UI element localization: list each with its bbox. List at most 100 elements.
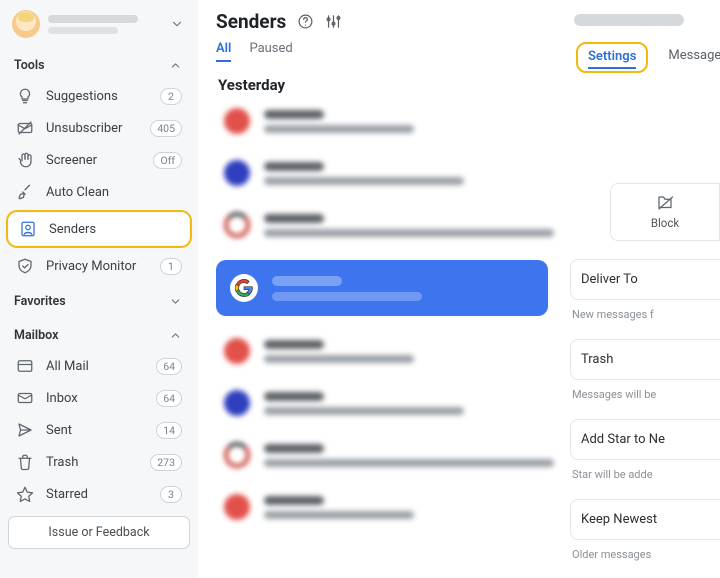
feedback-button[interactable]: Issue or Feedback bbox=[8, 516, 190, 549]
sidebar-item-suggestions[interactable]: Suggestions 2 bbox=[6, 80, 192, 112]
section-header-favorites[interactable]: Favorites bbox=[6, 282, 192, 316]
google-icon bbox=[230, 274, 258, 302]
avatar bbox=[12, 10, 40, 38]
nav-label: Unsubscriber bbox=[46, 121, 122, 136]
section-header-mailbox[interactable]: Mailbox bbox=[6, 316, 192, 350]
block-icon bbox=[656, 194, 674, 212]
sidebar-item-inbox[interactable]: Inbox 64 bbox=[6, 382, 192, 414]
nav-badge: 1 bbox=[160, 258, 182, 275]
sender-row[interactable] bbox=[216, 386, 548, 420]
tab-settings[interactable]: Settings bbox=[588, 49, 636, 69]
sender-row[interactable] bbox=[216, 104, 548, 138]
settings-sliders-icon[interactable] bbox=[324, 13, 342, 31]
nav-label: Suggestions bbox=[46, 89, 118, 104]
main-panel: Senders All Paused Yesterday bbox=[198, 0, 562, 578]
nav-label: Sent bbox=[46, 423, 72, 438]
tab-messages[interactable]: Messages bbox=[668, 42, 720, 63]
shield-icon bbox=[16, 257, 34, 275]
sidebar-item-allmail[interactable]: All Mail 64 bbox=[6, 350, 192, 382]
nav-badge: Off bbox=[153, 152, 182, 169]
setting-note: Messages will be bbox=[572, 388, 720, 401]
setting-note: Older messages bbox=[572, 548, 720, 561]
sidebar-item-autoclean[interactable]: Auto Clean bbox=[6, 176, 192, 208]
nav-badge: 3 bbox=[160, 486, 182, 503]
sender-avatar bbox=[224, 108, 250, 134]
profile-info bbox=[48, 15, 160, 34]
nav-badge: 64 bbox=[156, 358, 182, 375]
nav-label: Senders bbox=[49, 222, 96, 237]
sidebar-item-senders-highlight: Senders bbox=[6, 210, 192, 248]
nav-label: Screener bbox=[46, 153, 97, 168]
chevron-down-icon[interactable] bbox=[166, 292, 184, 310]
contact-icon bbox=[19, 220, 37, 238]
inbox-all-icon bbox=[16, 357, 34, 375]
broom-icon bbox=[16, 183, 34, 201]
tab-settings-highlight: Settings bbox=[576, 42, 648, 73]
right-panel: Settings Messages Block Deliver To New me… bbox=[562, 0, 720, 578]
nav-badge: 64 bbox=[156, 390, 182, 407]
block-label: Block bbox=[651, 216, 679, 230]
setting-row[interactable]: Add Star to Ne bbox=[570, 419, 720, 460]
main-tabs: All Paused bbox=[216, 41, 548, 62]
nav-label: Inbox bbox=[46, 391, 78, 406]
sender-avatar bbox=[224, 442, 250, 468]
right-tabs: Settings Messages bbox=[570, 42, 720, 73]
chevron-down-icon[interactable] bbox=[168, 15, 186, 33]
setting-note: Star will be adde bbox=[572, 468, 720, 481]
sidebar-item-sent[interactable]: Sent 14 bbox=[6, 414, 192, 446]
feedback-label: Issue or Feedback bbox=[48, 525, 149, 540]
setting-row[interactable]: Deliver To bbox=[570, 259, 720, 300]
nav-badge: 405 bbox=[150, 120, 182, 137]
hand-icon bbox=[16, 151, 34, 169]
sidebar-item-privacy[interactable]: Privacy Monitor 1 bbox=[6, 250, 192, 282]
sender-list bbox=[216, 104, 548, 534]
nav-label: All Mail bbox=[46, 359, 89, 374]
help-icon[interactable] bbox=[296, 13, 314, 31]
setting-row[interactable]: Keep Newest bbox=[570, 499, 720, 540]
tab-paused[interactable]: Paused bbox=[249, 41, 292, 62]
sender-row[interactable] bbox=[216, 334, 548, 368]
sender-avatar bbox=[224, 160, 250, 186]
tab-all[interactable]: All bbox=[216, 41, 231, 62]
sidebar-item-screener[interactable]: Screener Off bbox=[6, 144, 192, 176]
sidebar-item-unsubscriber[interactable]: Unsubscriber 405 bbox=[6, 112, 192, 144]
sender-row[interactable] bbox=[216, 438, 548, 472]
sender-row[interactable] bbox=[216, 208, 548, 242]
nav-label: Auto Clean bbox=[46, 185, 109, 200]
chevron-up-icon[interactable] bbox=[166, 326, 184, 344]
group-header: Yesterday bbox=[218, 76, 548, 94]
sender-row[interactable] bbox=[216, 156, 548, 190]
sidebar-item-trash[interactable]: Trash 273 bbox=[6, 446, 192, 478]
nav-badge: 2 bbox=[160, 88, 182, 105]
chevron-up-icon[interactable] bbox=[166, 56, 184, 74]
nav-label: Trash bbox=[46, 455, 78, 470]
sender-avatar bbox=[224, 494, 250, 520]
star-icon bbox=[16, 485, 34, 503]
nav-badge: 273 bbox=[150, 454, 182, 471]
lightbulb-icon bbox=[16, 87, 34, 105]
setting-note: New messages f bbox=[572, 308, 720, 321]
section-header-tools[interactable]: Tools bbox=[6, 46, 192, 80]
sender-row-selected[interactable] bbox=[216, 260, 548, 316]
nav-label: Starred bbox=[46, 487, 88, 502]
setting-row[interactable]: Trash bbox=[570, 339, 720, 380]
mail-off-icon bbox=[16, 119, 34, 137]
trash-icon bbox=[16, 453, 34, 471]
sender-name-placeholder bbox=[574, 14, 684, 26]
section-label: Mailbox bbox=[14, 328, 58, 343]
sender-row[interactable] bbox=[216, 490, 548, 524]
envelope-icon bbox=[16, 389, 34, 407]
sidebar: Tools Suggestions 2 Unsubscriber 405 Scr… bbox=[0, 0, 198, 578]
block-button[interactable]: Block bbox=[610, 183, 720, 241]
sender-avatar bbox=[224, 338, 250, 364]
sender-avatar bbox=[224, 212, 250, 238]
sidebar-item-senders[interactable]: Senders bbox=[9, 213, 189, 245]
nav-badge: 14 bbox=[156, 422, 182, 439]
page-title: Senders bbox=[216, 10, 286, 33]
profile-header[interactable] bbox=[6, 8, 192, 46]
sender-avatar bbox=[224, 390, 250, 416]
sidebar-item-starred[interactable]: Starred 3 bbox=[6, 478, 192, 510]
nav-label: Privacy Monitor bbox=[46, 259, 136, 274]
section-label: Favorites bbox=[14, 294, 66, 309]
send-icon bbox=[16, 421, 34, 439]
